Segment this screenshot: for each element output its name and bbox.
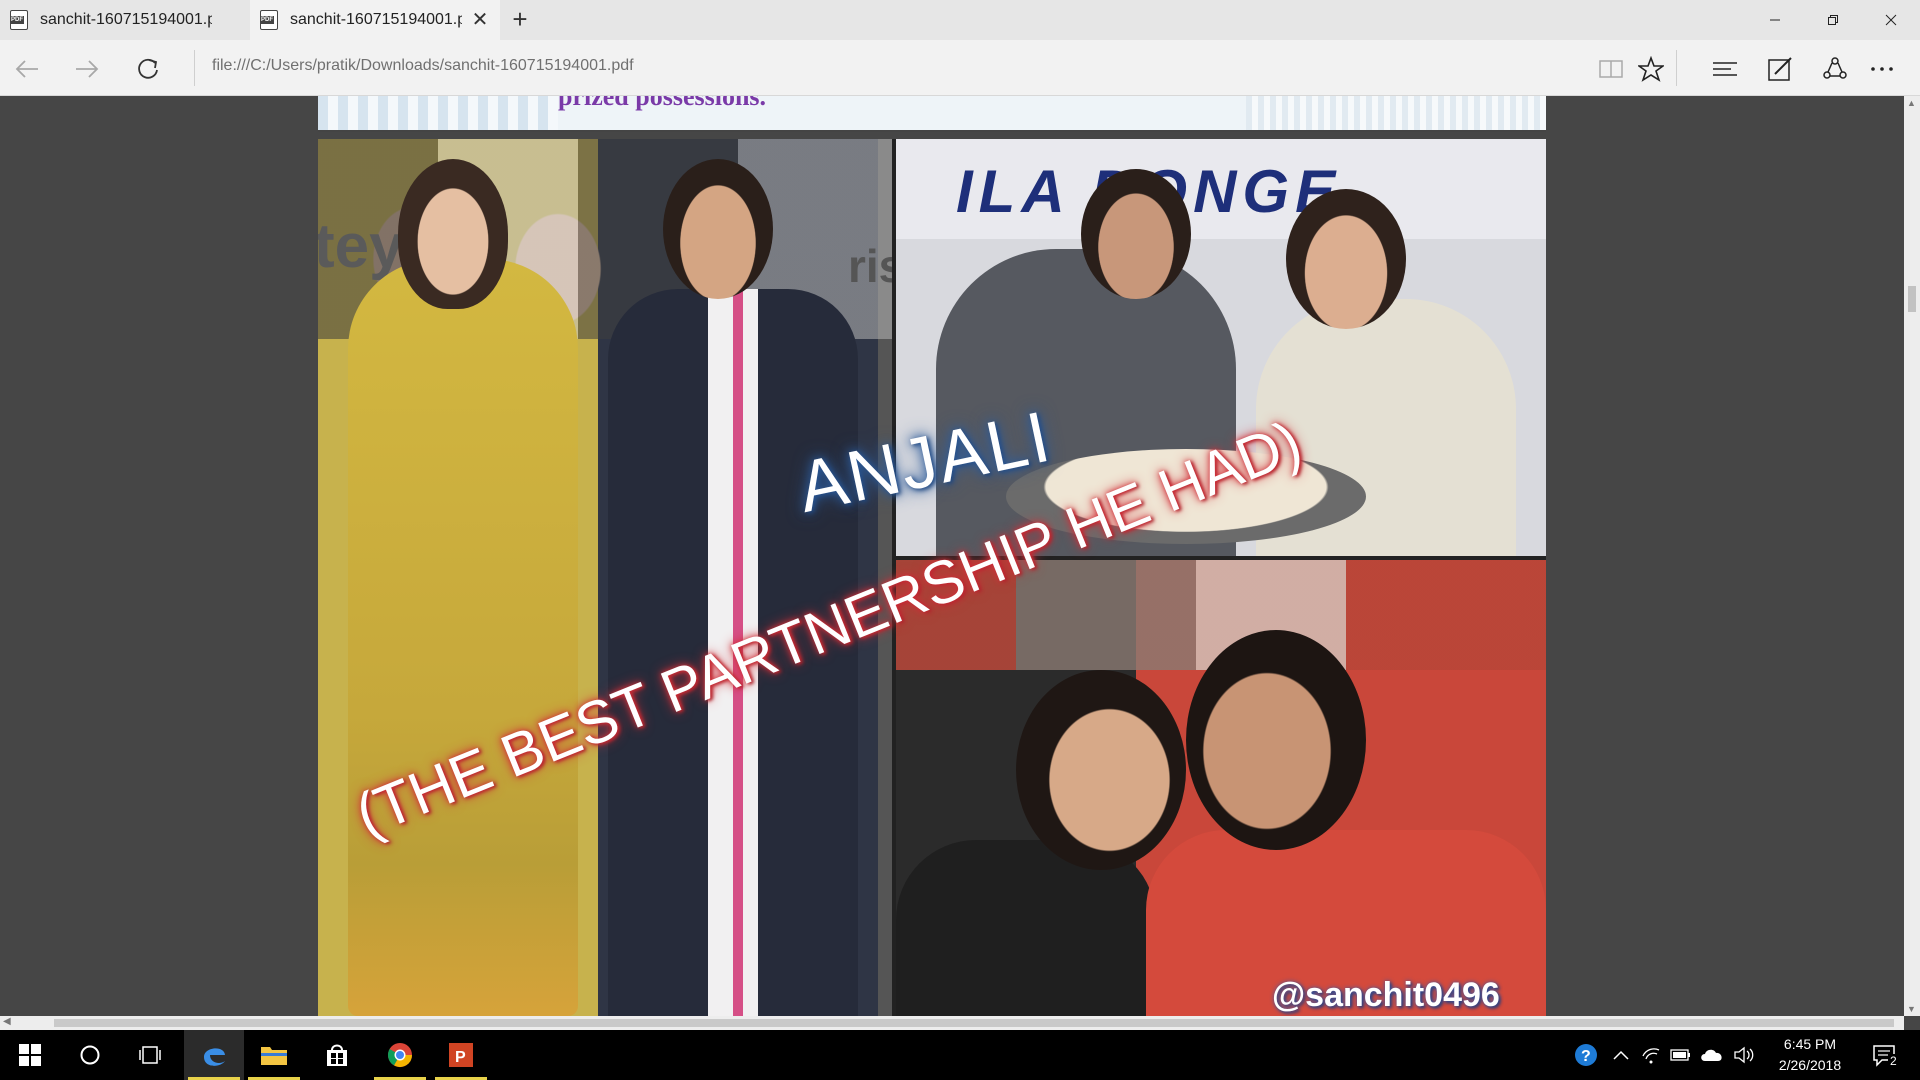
photo-left: tey ris [318,139,892,1016]
more-icon [1871,67,1893,71]
restore-button[interactable] [1804,0,1862,40]
reading-view-icon [1599,60,1623,78]
speaker-icon [1734,1046,1754,1064]
overlay-handle: @sanchit0496 [1272,976,1500,1014]
action-center-button[interactable]: 2 [1868,1038,1902,1072]
new-tab-button[interactable]: + [500,0,540,40]
clock-time: 6:45 PM [1783,1036,1837,1052]
favorite-button[interactable] [1634,52,1668,86]
previous-page-bottom: prized possessions. [318,96,1546,132]
photo-bottom-right [896,560,1546,1016]
logo-text-right: ris [848,240,892,292]
cloud-icon [1701,1049,1722,1061]
task-view-icon [139,1046,161,1064]
scroll-left-icon[interactable]: ◀ [3,1016,11,1027]
web-note-button[interactable] [1763,52,1797,86]
scroll-thumb-horizontal[interactable] [54,1019,1894,1027]
cortana-icon [80,1045,100,1065]
notification-count: 2 [1888,1054,1899,1068]
tab-label: sanchit-160715194001.pdf [290,11,462,28]
wifi-icon [1642,1048,1660,1064]
title-bar: sanchit-160715194001.pdf sanchit-1607151… [0,0,1920,40]
close-window-button[interactable] [1862,0,1920,40]
share-icon [1823,57,1847,79]
store-icon [327,1044,347,1066]
clock-date: 2/26/2018 [1778,1057,1842,1073]
store-button[interactable] [307,1030,367,1080]
chrome-button[interactable] [370,1030,430,1080]
tab-pdf-2[interactable]: sanchit-160715194001.pdf ✕ [250,0,500,40]
hub-button[interactable] [1708,52,1742,86]
wifi-tray-button[interactable] [1636,1030,1666,1080]
scroll-down-icon[interactable]: ▼ [1907,1004,1916,1014]
help-tray-button[interactable]: ? [1568,1030,1604,1080]
pdf-icon [10,10,28,30]
onedrive-tray-button[interactable] [1696,1030,1728,1080]
help-icon: ? [1575,1044,1597,1066]
tab-label: sanchit-160715194001.pdf [40,11,212,28]
cut-off-text: prized possessions. [558,96,767,111]
task-view-button[interactable] [120,1030,180,1080]
share-button[interactable] [1818,52,1852,86]
minimize-button[interactable] [1746,0,1804,40]
scroll-thumb[interactable] [1908,286,1916,312]
tab-pdf-1[interactable]: sanchit-160715194001.pdf [0,0,250,40]
battery-tray-button[interactable] [1666,1030,1696,1080]
volume-tray-button[interactable] [1728,1030,1760,1080]
web-note-icon [1768,57,1792,81]
back-arrow-icon [15,60,38,78]
horizontal-scrollbar[interactable]: ◀ [0,1016,1904,1030]
powerpoint-icon: P [449,1043,473,1067]
more-button[interactable] [1865,52,1899,86]
powerpoint-button[interactable]: P [431,1030,491,1080]
scroll-up-icon[interactable]: ▲ [1907,98,1916,108]
windows-icon [19,1044,41,1066]
edge-taskbar-button[interactable] [184,1030,244,1080]
address-bar[interactable]: file:///C:/Users/pratik/Downloads/sanchi… [212,57,634,75]
cortana-button[interactable] [60,1030,120,1080]
reading-view-button[interactable] [1594,52,1628,86]
back-button[interactable] [10,52,44,86]
taskbar: P ? 6:45 PM 2/26/2018 2 [0,1030,1920,1080]
vertical-scrollbar[interactable]: ▲ ▼ [1904,96,1920,1016]
start-button[interactable] [0,1030,60,1080]
edge-icon [204,1048,225,1066]
show-hidden-icons-button[interactable] [1606,1030,1636,1080]
pdf-icon [260,10,278,30]
battery-icon [1670,1049,1690,1061]
svg-text:P: P [455,1049,466,1066]
chevron-up-icon [1613,1050,1629,1060]
forward-button[interactable] [70,52,104,86]
chrome-icon [387,1043,412,1068]
refresh-button[interactable] [131,52,165,86]
hub-icon [1713,62,1737,76]
clock[interactable]: 6:45 PM 2/26/2018 [1768,1034,1852,1076]
star-icon [1638,56,1664,82]
refresh-icon [138,58,158,79]
close-tab-icon[interactable]: ✕ [470,10,490,30]
folder-icon [261,1047,287,1065]
navigation-bar: file:///C:/Users/pratik/Downloads/sanchi… [0,40,1920,96]
forward-arrow-icon [76,60,99,78]
svg-text:?: ? [1581,1048,1591,1065]
file-explorer-button[interactable] [244,1030,304,1080]
